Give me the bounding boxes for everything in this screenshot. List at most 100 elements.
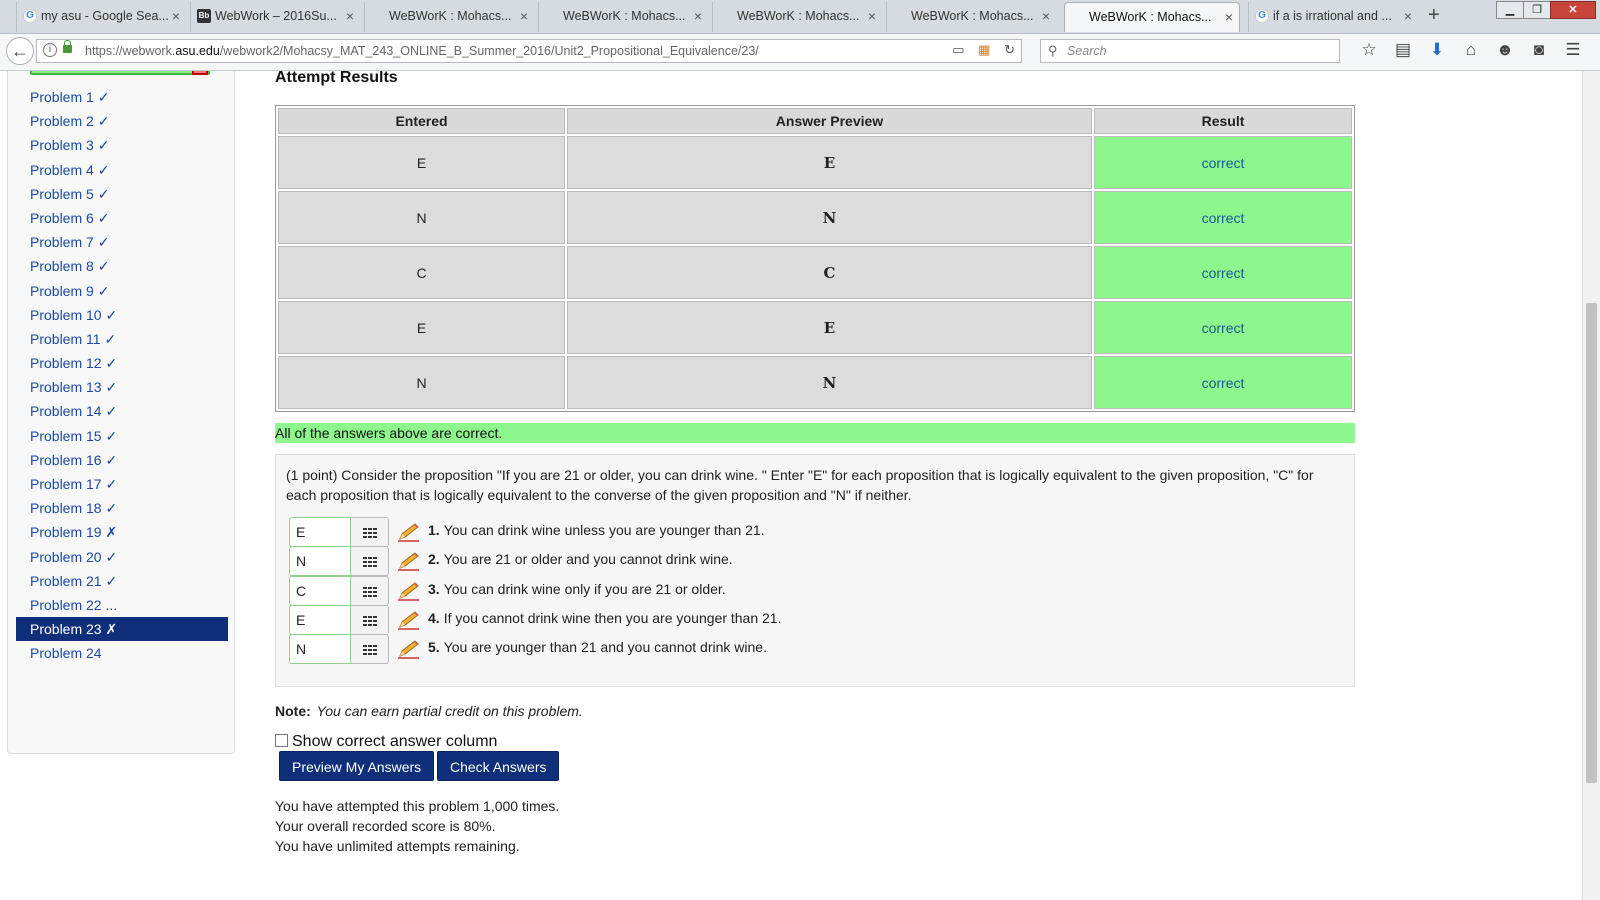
sidebar-problem-link[interactable]: Problem 18 ✓: [16, 496, 228, 520]
sidebar-problem-link[interactable]: Problem 4 ✓: [16, 158, 228, 182]
result-cell: correct: [1094, 301, 1352, 354]
browser-tab[interactable]: WeBWorK : Mohacs... ×: [712, 2, 882, 32]
check-answers-button[interactable]: Check Answers: [437, 751, 560, 781]
grid-icon: [363, 528, 377, 538]
home-icon[interactable]: ⌂: [1454, 40, 1488, 60]
address-bar[interactable]: i https://webwork.asu.edu/webwork2/Mohac…: [36, 39, 1022, 63]
reload-icon[interactable]: ↻: [1004, 42, 1015, 57]
back-arrow-icon[interactable]: ←: [6, 37, 34, 65]
problem-body: (1 point) Consider the proposition "If y…: [275, 454, 1355, 687]
search-icon: ⚲: [1048, 43, 1058, 58]
toolbar-icons: ☆ ▤ ⬇ ⌂ ☻ ◙ ☰: [1352, 40, 1590, 60]
browser-tab[interactable]: WeBWorK : Mohacs... ×: [886, 2, 1056, 32]
answer-statement: 1. You can drink wine unless you are youn…: [428, 522, 765, 538]
attempt-count: You have attempted this problem 1,000 ti…: [275, 798, 560, 814]
browser-tab[interactable]: WeBWorK : Mohacs... ×: [538, 2, 708, 32]
sidebar-problem-link[interactable]: Problem 12 ✓: [16, 351, 228, 375]
sidebar-problem-link[interactable]: Problem 8 ✓: [16, 254, 228, 278]
sidebar-problem-link[interactable]: Problem 20 ✓: [16, 545, 228, 569]
sidebar-problem-link[interactable]: Problem 3 ✓: [16, 133, 228, 157]
extension-icon[interactable]: ▦: [978, 42, 990, 57]
answer-palette-button[interactable]: [351, 546, 389, 577]
answer-input[interactable]: C: [289, 575, 351, 606]
download-icon[interactable]: ⬇: [1420, 40, 1454, 60]
sidebar-problem-link[interactable]: Problem 19 ✗: [16, 520, 228, 544]
library-icon[interactable]: ▤: [1386, 40, 1420, 60]
close-window-icon[interactable]: ✕: [1550, 1, 1596, 19]
answer-statement: 3. You can drink wine only if you are 21 …: [428, 580, 726, 597]
pocket-icon[interactable]: ◙: [1522, 40, 1556, 60]
recorded-score: Your overall recorded score is 80%.: [275, 818, 496, 834]
preview-answers-button[interactable]: Preview My Answers: [279, 751, 435, 781]
close-icon[interactable]: ×: [172, 2, 180, 30]
results-table: Entered Answer Preview Result E Ecorrect N…: [275, 105, 1355, 412]
close-icon[interactable]: ×: [1042, 2, 1050, 30]
sidebar-problem-link[interactable]: Problem 1 ✓: [16, 85, 228, 109]
answer-input[interactable]: N: [289, 546, 351, 577]
show-correct-answer-option[interactable]: Show correct answer column: [275, 733, 497, 751]
new-tab-button[interactable]: +: [1428, 4, 1440, 27]
answer-palette-button[interactable]: [351, 604, 389, 635]
sidebar-problem-link[interactable]: Problem 10 ✓: [16, 303, 228, 327]
table-row: E Ecorrect: [278, 301, 1352, 354]
answer-input[interactable]: E: [289, 517, 351, 547]
sidebar-problem-link[interactable]: Problem 2 ✓: [16, 109, 228, 133]
search-placeholder: Search: [1067, 44, 1107, 58]
sidebar-problem-link[interactable]: Problem 15 ✓: [16, 424, 228, 448]
close-icon[interactable]: ×: [1225, 3, 1233, 31]
grid-icon: [363, 586, 377, 597]
close-icon[interactable]: ×: [1404, 2, 1412, 30]
bookmark-star-icon[interactable]: ☆: [1352, 40, 1386, 60]
sidebar-problem-link[interactable]: Problem 17 ✓: [16, 472, 228, 496]
sidebar-problem-link[interactable]: Problem 14 ✓: [16, 399, 228, 423]
info-icon[interactable]: i: [43, 43, 57, 57]
url-text[interactable]: https://webwork.asu.edu/webwork2/Mohacsy…: [85, 44, 759, 58]
sidebar-problem-link[interactable]: Problem 11 ✓: [16, 327, 228, 351]
close-icon[interactable]: ×: [346, 2, 354, 30]
answer-preview-cell: E: [567, 136, 1092, 189]
chat-icon[interactable]: ☻: [1488, 40, 1522, 60]
browser-tab[interactable]: G my asu - Google Sea... ×: [16, 2, 186, 32]
google-icon: G: [23, 9, 37, 23]
search-input[interactable]: ⚲ Search: [1040, 39, 1340, 63]
answer-preview-cell: N: [567, 191, 1092, 244]
sidebar-problem-link[interactable]: Problem 21 ✓: [16, 569, 228, 593]
sidebar-problem-link[interactable]: Problem 6 ✓: [16, 206, 228, 230]
scrollbar-thumb[interactable]: [1586, 303, 1597, 783]
menu-icon[interactable]: ☰: [1556, 40, 1590, 60]
answer-palette-button[interactable]: [351, 634, 389, 665]
tab-title: if a is irrational and ...: [1273, 9, 1392, 23]
close-icon[interactable]: ×: [868, 2, 876, 30]
answer-palette-button[interactable]: [351, 517, 389, 547]
header-result: Result: [1094, 108, 1352, 134]
sidebar-problem-link[interactable]: Problem 9 ✓: [16, 279, 228, 303]
sidebar-problem-link[interactable]: Problem 22 ...: [16, 593, 228, 617]
close-icon[interactable]: ×: [520, 2, 528, 30]
attempt-status: You have attempted this problem 1,000 ti…: [275, 796, 559, 856]
all-correct-message: All of the answers above are correct.: [275, 423, 1355, 443]
sidebar-problem-link[interactable]: Problem 24: [16, 641, 228, 665]
sidebar-problem-link[interactable]: Problem 5 ✓: [16, 182, 228, 206]
reader-view-icon[interactable]: ▭: [952, 42, 964, 57]
answer-input[interactable]: N: [289, 634, 351, 665]
answer-input[interactable]: E: [289, 604, 351, 635]
entered-cell: N: [278, 191, 565, 244]
navigation-bar: ← i https://webwork.asu.edu/webwork2/Moh…: [0, 34, 1600, 71]
browser-tab[interactable]: G if a is irrational and ... ×: [1248, 2, 1418, 32]
sidebar-problem-link[interactable]: Problem 16 ✓: [16, 448, 228, 472]
answer-palette-button[interactable]: [351, 575, 389, 606]
restore-icon[interactable]: ❐: [1523, 1, 1551, 19]
minimize-icon[interactable]: ▁: [1496, 1, 1524, 19]
browser-tab-active[interactable]: WeBWorK : Mohacs... ×: [1064, 2, 1240, 32]
browser-tab[interactable]: Bb WebWork – 2016Su... ×: [190, 2, 360, 32]
sidebar-problem-link[interactable]: Problem 7 ✓: [16, 230, 228, 254]
grid-icon: [363, 557, 377, 568]
attempts-remaining: You have unlimited attempts remaining.: [275, 838, 520, 854]
browser-tab[interactable]: WeBWorK : Mohacs... ×: [364, 2, 534, 32]
sidebar-problem-active[interactable]: Problem 23 ✗: [16, 617, 228, 642]
vertical-scrollbar[interactable]: [1582, 71, 1600, 900]
close-icon[interactable]: ×: [694, 2, 702, 30]
sidebar-problem-link[interactable]: Problem 13 ✓: [16, 375, 228, 399]
show-correct-checkbox[interactable]: [275, 734, 288, 747]
table-row: N Ncorrect: [278, 356, 1352, 409]
